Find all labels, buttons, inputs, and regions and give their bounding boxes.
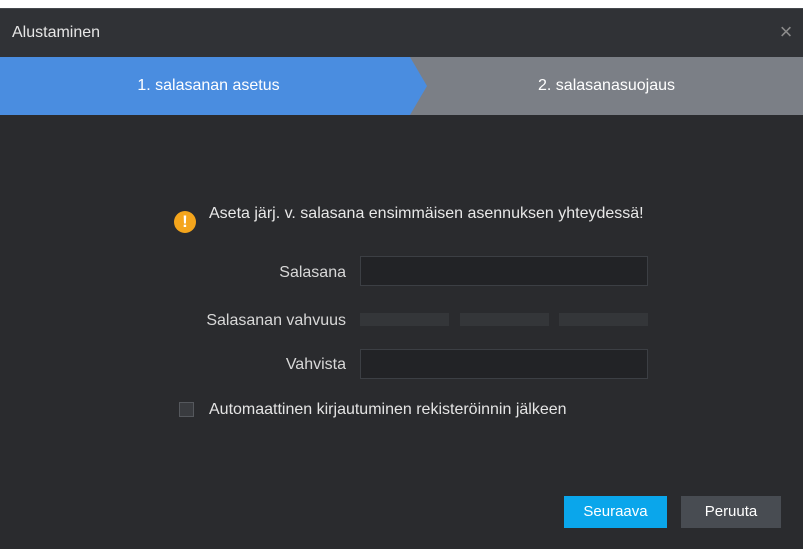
close-icon[interactable]: × bbox=[774, 20, 798, 44]
auto-login-label[interactable]: Automaattinen kirjautuminen rekisteröinn… bbox=[209, 400, 567, 420]
step-password-protection: 2. salasanasuojaus bbox=[410, 57, 803, 115]
step-2-label: 2. salasanasuojaus bbox=[538, 77, 675, 94]
confirm-label: Vahvista bbox=[285, 356, 346, 373]
initialization-dialog: Alustaminen × 1. salasanan asetus 2. sal… bbox=[0, 8, 803, 549]
step-password-setup: 1. salasanan asetus bbox=[0, 57, 427, 115]
next-button[interactable]: Seuraava bbox=[564, 496, 667, 528]
password-strength-label: Salasanan vahvuus bbox=[206, 312, 346, 329]
confirm-password-input[interactable] bbox=[360, 349, 648, 379]
auto-login-checkbox[interactable] bbox=[179, 402, 194, 417]
strength-segment-strong bbox=[559, 313, 648, 326]
warning-icon: ! bbox=[174, 211, 196, 233]
password-label: Salasana bbox=[279, 264, 346, 281]
title-bar: Alustaminen × bbox=[0, 9, 803, 57]
strength-segment-weak bbox=[360, 313, 449, 326]
warning-message: Aseta järj. v. salasana ensimmäisen asen… bbox=[209, 205, 644, 222]
step-1-label: 1. salasanan asetus bbox=[137, 77, 280, 94]
step-progress: 1. salasanan asetus 2. salasanasuojaus bbox=[0, 57, 803, 115]
password-input[interactable] bbox=[360, 256, 648, 286]
dialog-title: Alustaminen bbox=[12, 24, 101, 41]
cancel-button[interactable]: Peruuta bbox=[681, 496, 781, 528]
strength-segment-medium bbox=[460, 313, 549, 326]
